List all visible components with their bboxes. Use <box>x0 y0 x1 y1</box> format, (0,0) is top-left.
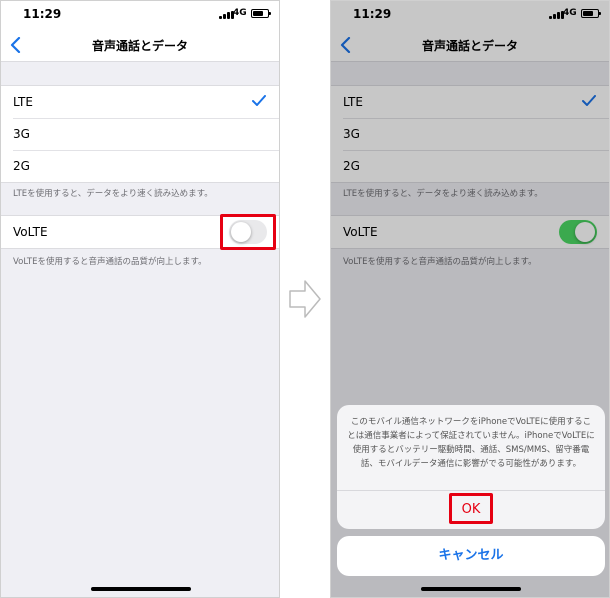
volte-label: VoLTE <box>13 225 48 239</box>
alert-message: このモバイル通信ネットワークをiPhoneでVoLTEに使用することは通信事業者… <box>347 417 595 469</box>
highlight-box <box>220 214 276 250</box>
status-bar: 11:29 4G <box>1 1 279 28</box>
screen-before: 11:29 4G 音声通話とデータ LTE 3G 2G LTEを使用すると、デー… <box>0 0 280 598</box>
option-label: LTE <box>13 95 33 109</box>
lte-footnote: LTEを使用すると、データをより速く読み込めます。 <box>13 189 213 199</box>
battery-icon <box>251 9 271 18</box>
page-title: 音声通話とデータ <box>91 39 188 53</box>
arrow-right-icon <box>289 280 321 318</box>
status-time: 11:29 <box>23 7 62 21</box>
volte-footnote: VoLTEを使用すると音声通話の品質が向上します。 <box>13 257 207 267</box>
home-indicator <box>91 587 191 591</box>
voice-data-options: LTE 3G 2G <box>1 85 279 183</box>
option-3g[interactable]: 3G <box>1 118 279 150</box>
home-indicator <box>421 587 521 591</box>
volte-alert: このモバイル通信ネットワークをiPhoneでVoLTEに使用することは通信事業者… <box>337 405 605 529</box>
cancel-button[interactable]: キャンセル <box>337 536 605 576</box>
network-type: 4G <box>233 8 247 18</box>
option-label: 2G <box>13 159 30 173</box>
checkmark-icon <box>252 95 266 106</box>
option-2g[interactable]: 2G <box>1 150 279 182</box>
screen-after: 11:29 4G 音声通話とデータ LTE 3G 2G LTEを使用すると、デー… <box>330 0 610 598</box>
option-lte[interactable]: LTE <box>1 86 279 118</box>
option-label: 3G <box>13 127 30 141</box>
highlight-box <box>449 493 493 524</box>
nav-bar: 音声通話とデータ <box>1 28 279 62</box>
